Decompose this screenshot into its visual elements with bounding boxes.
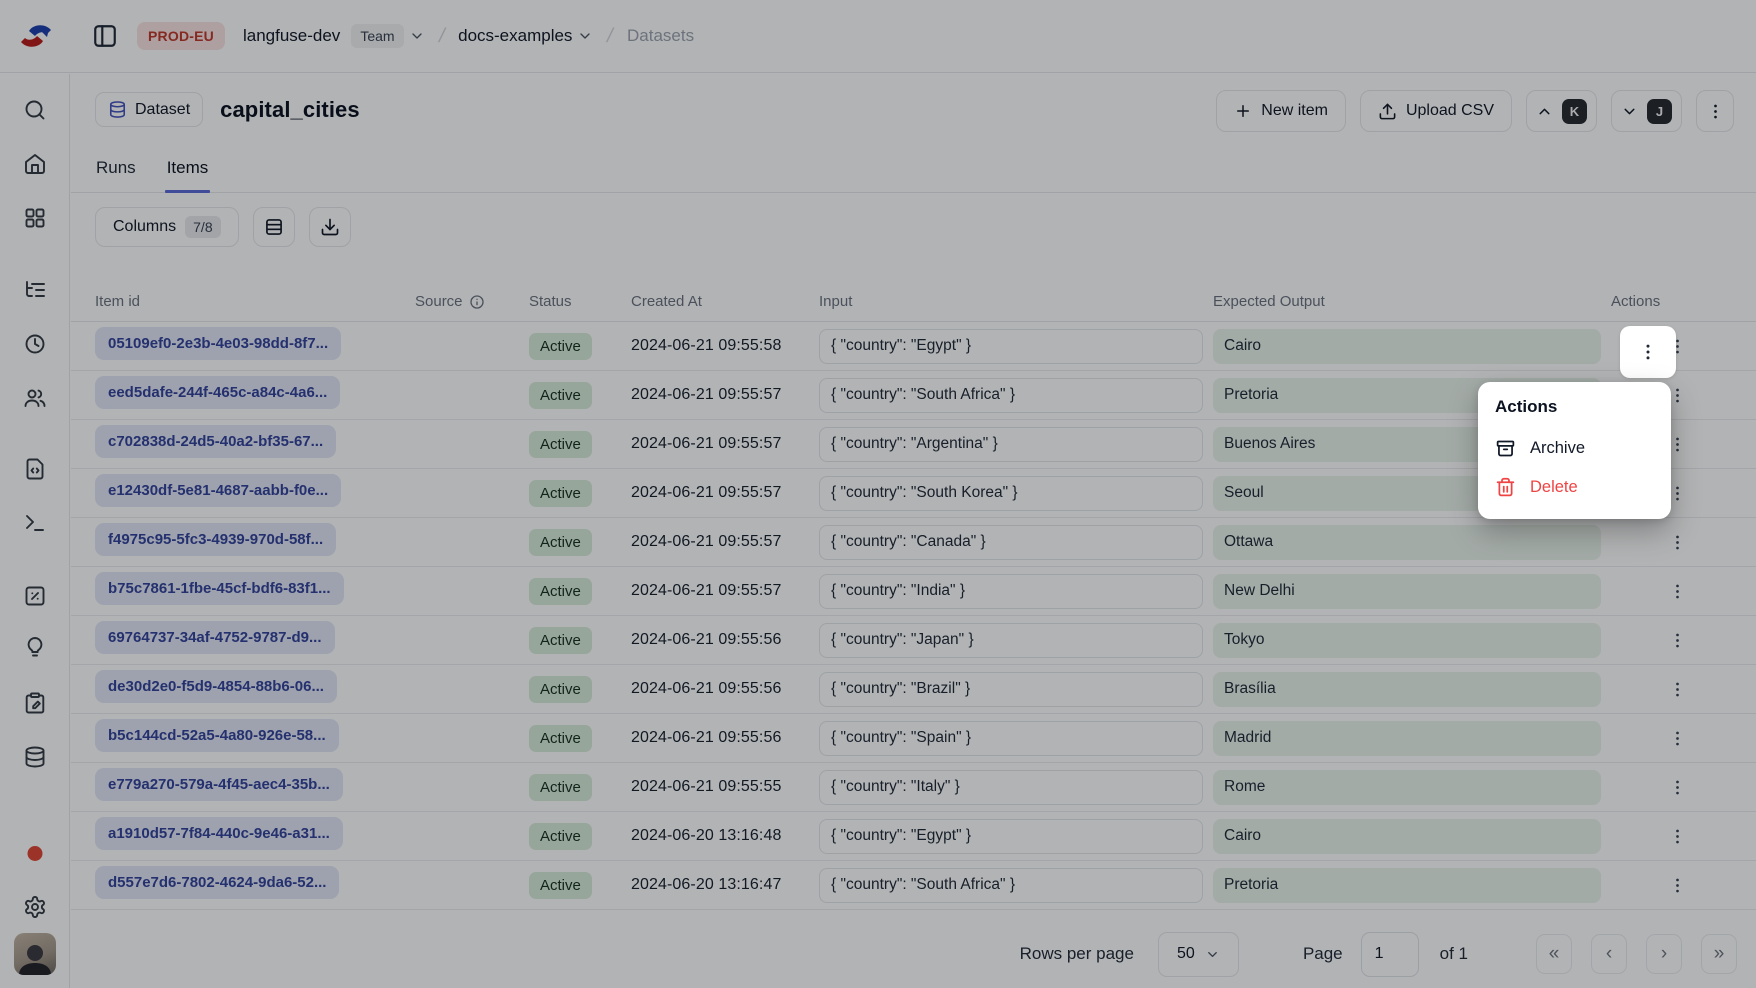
delete-menu-item[interactable]: Delete [1487, 468, 1662, 507]
archive-menu-item[interactable]: Archive [1487, 429, 1662, 468]
row-actions-menu: Actions Archive Delete [1478, 382, 1671, 519]
langfuse-dataset-items-page: PROD-EU langfuse-dev Team / docs-example… [0, 0, 1756, 988]
trash-icon [1495, 477, 1516, 498]
row-actions-button-active[interactable] [1620, 326, 1676, 378]
kebab-menu-icon [1638, 342, 1658, 362]
actions-menu-title: Actions [1487, 395, 1662, 429]
archive-icon [1495, 438, 1516, 459]
